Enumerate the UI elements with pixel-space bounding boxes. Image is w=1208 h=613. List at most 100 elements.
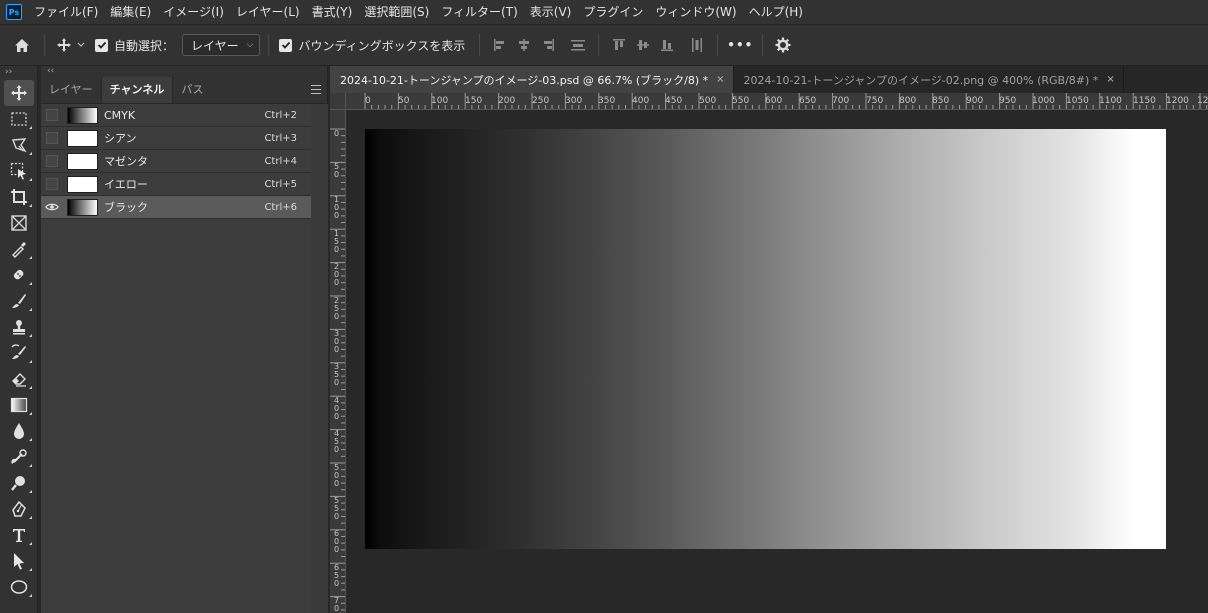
separator	[762, 34, 764, 56]
dodge-icon[interactable]	[4, 444, 34, 470]
ruler-label: 500	[334, 463, 340, 488]
pen-icon[interactable]	[4, 496, 34, 522]
brush-icon[interactable]	[4, 288, 34, 314]
move-tool-preset-icon[interactable]	[53, 24, 89, 66]
gradient-icon[interactable]	[4, 392, 34, 418]
distribute-vertical-icon[interactable]	[685, 24, 709, 66]
menu-help[interactable]: ヘルプ(H)	[743, 0, 809, 24]
channel-row-cyan[interactable]: シアン Ctrl+3	[41, 127, 311, 150]
document-tab-active[interactable]: 2024-10-21-トーンジャンプのイメージ-03.psd @ 66.7% (…	[330, 66, 734, 93]
panel-tabs: レイヤー チャンネル パス	[41, 77, 327, 104]
tab-channels[interactable]: チャンネル	[100, 77, 174, 103]
menu-edit[interactable]: 編集(E)	[104, 0, 157, 24]
ruler-label: 550	[334, 496, 340, 521]
tab-paths[interactable]: パス	[173, 77, 211, 103]
app-logo[interactable]: Ps	[6, 4, 22, 20]
align-right-icon[interactable]	[536, 24, 560, 66]
align-bottom-icon[interactable]	[655, 24, 679, 66]
toolbar-collapse-button[interactable]: ››	[0, 66, 37, 80]
visibility-toggle[interactable]	[41, 150, 63, 173]
distribute-icon[interactable]	[566, 24, 590, 66]
menu-layer[interactable]: レイヤー(L)	[230, 0, 306, 24]
auto-select-checkbox[interactable]: 自動選択：	[95, 37, 174, 54]
panel-scrollbar[interactable]	[311, 104, 328, 613]
visibility-toggle[interactable]	[41, 196, 63, 219]
ruler-label: 150	[465, 96, 483, 106]
align-top-icon[interactable]	[607, 24, 631, 66]
tab-layers[interactable]: レイヤー	[41, 77, 101, 103]
document-tab[interactable]: 2024-10-21-トーンジャンプのイメージ-02.png @ 400% (R…	[734, 66, 1124, 93]
vertical-ruler[interactable]: 0 50 100 150 200 250 300 350 400 450 500…	[330, 110, 346, 613]
ruler-label: 600	[334, 529, 340, 554]
menu-plugins[interactable]: プラグイン	[577, 0, 649, 24]
align-left-icon[interactable]	[488, 24, 512, 66]
channel-row-cmyk[interactable]: CMYK Ctrl+2	[41, 104, 311, 127]
home-icon[interactable]	[0, 24, 44, 66]
lasso-icon[interactable]	[4, 132, 34, 158]
history-brush-icon[interactable]	[4, 340, 34, 366]
clone-stamp-icon[interactable]	[4, 314, 34, 340]
eraser-icon[interactable]	[4, 366, 34, 392]
channel-row-magenta[interactable]: マゼンタ Ctrl+4	[41, 150, 311, 173]
channel-row-yellow[interactable]: イエロー Ctrl+5	[41, 173, 311, 196]
visibility-toggle[interactable]	[41, 127, 63, 150]
eyedropper-icon[interactable]	[4, 236, 34, 262]
document-canvas[interactable]	[365, 129, 1166, 549]
panel-menu-icon[interactable]	[311, 85, 321, 94]
visibility-empty-box	[46, 178, 58, 190]
object-selection-icon[interactable]	[4, 158, 34, 184]
chevron-down-icon: ⌵	[246, 40, 254, 50]
ruler-label: 150	[334, 229, 340, 254]
channel-name: イエロー	[104, 178, 148, 191]
rectangular-marquee-icon[interactable]	[4, 106, 34, 132]
channel-shortcut: Ctrl+5	[264, 178, 297, 190]
ellipse-icon[interactable]	[4, 574, 34, 600]
healing-brush-icon[interactable]	[4, 262, 34, 288]
ruler-label: 950	[999, 96, 1017, 106]
visibility-toggle[interactable]	[41, 173, 63, 196]
horizontal-ruler[interactable]: 0 50 100 150 200 250 300 350 400 450 500…	[346, 93, 1208, 110]
more-options-button[interactable]: •••	[726, 38, 754, 52]
path-selection-icon[interactable]	[4, 548, 34, 574]
channel-name: ブラック	[104, 201, 148, 214]
menu-image[interactable]: イメージ(I)	[157, 0, 230, 24]
ruler-label: 500	[699, 96, 717, 106]
ruler-label: 650	[334, 563, 340, 588]
ruler-label: 300	[334, 329, 340, 354]
menu-view[interactable]: 表示(V)	[524, 0, 578, 24]
options-bar: 自動選択： レイヤー ⌵ バウンディングボックスを表示 •••	[0, 24, 1208, 66]
channel-name: CMYK	[104, 108, 136, 122]
visibility-toggle[interactable]	[41, 104, 63, 127]
move-tool-icon[interactable]	[4, 80, 34, 106]
ruler-label: 12	[1197, 96, 1208, 106]
auto-select-target-dropdown[interactable]: レイヤー ⌵	[182, 34, 261, 56]
ruler-origin[interactable]	[330, 93, 346, 110]
document-tab-title: 2024-10-21-トーンジャンプのイメージ-02.png @ 400% (R…	[743, 73, 1099, 87]
channel-row-black[interactable]: ブラック Ctrl+6	[41, 196, 311, 219]
visibility-empty-box	[46, 132, 58, 144]
bounding-box-label: バウンディングボックスを表示	[298, 38, 466, 53]
gear-icon[interactable]	[773, 24, 793, 66]
ruler-label: 250	[532, 96, 550, 106]
align-middle-v-icon[interactable]	[631, 24, 655, 66]
channel-thumbnail	[67, 106, 98, 124]
crop-icon[interactable]	[4, 184, 34, 210]
ruler-label: 800	[899, 96, 917, 106]
blur-icon[interactable]	[4, 418, 34, 444]
menu-filter[interactable]: フィルター(T)	[435, 0, 523, 24]
close-icon[interactable]: ×	[716, 74, 724, 85]
menu-type[interactable]: 書式(Y)	[306, 0, 359, 24]
align-center-h-icon[interactable]	[512, 24, 536, 66]
ruler-label: 1000	[1032, 96, 1055, 106]
menu-select[interactable]: 選択範囲(S)	[358, 0, 435, 24]
bounding-box-checkbox[interactable]: バウンディングボックスを表示	[279, 37, 465, 54]
type-icon[interactable]	[4, 522, 34, 548]
channel-name: シアン	[104, 132, 137, 145]
frame-icon[interactable]	[4, 210, 34, 236]
menu-file[interactable]: ファイル(F)	[28, 0, 104, 24]
separator	[44, 34, 45, 56]
close-icon[interactable]: ×	[1106, 74, 1114, 85]
ruler-label: 250	[334, 296, 340, 321]
menu-window[interactable]: ウィンドウ(W)	[649, 0, 742, 24]
zoom-icon[interactable]	[4, 470, 34, 496]
